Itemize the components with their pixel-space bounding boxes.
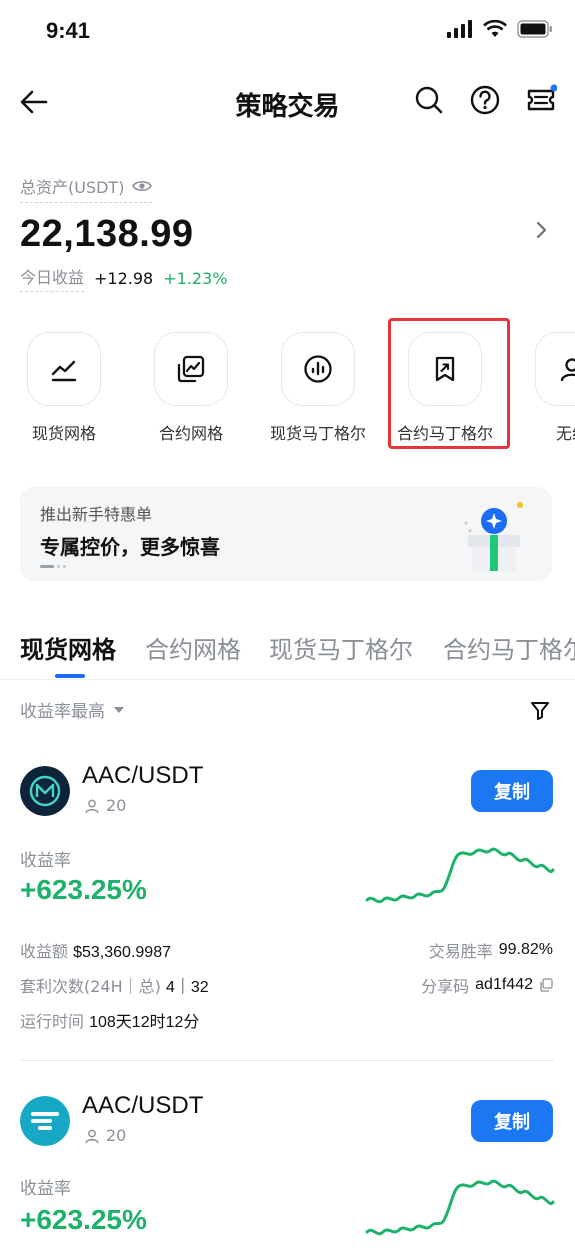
today-profit-row: 今日收益 +12.98 +1.23% <box>20 264 555 292</box>
copy-button[interactable]: 复制 <box>471 1100 553 1142</box>
help-icon[interactable] <box>469 84 501 116</box>
caret-down-icon <box>114 706 124 713</box>
promo-subtitle: 推出新手特惠单 <box>40 505 153 524</box>
shortcut-spot-grid[interactable]: 现货网格 <box>0 318 128 444</box>
followers-count: 20 <box>84 1126 126 1145</box>
sort-label: 收益率最高 <box>20 702 105 722</box>
sort-bar: 收益率最高 <box>20 697 555 727</box>
nav-bar: 策略交易 <box>0 70 575 134</box>
ticket-icon[interactable] <box>525 84 557 116</box>
status-time: 9:41 <box>46 18 91 43</box>
roi-label: 收益率 <box>20 1179 71 1199</box>
shortcut-label: 合约网格 <box>158 424 223 443</box>
winrate-label: 交易胜率 <box>428 942 493 961</box>
shortcut-label: 现货马丁格尔 <box>269 424 366 443</box>
roi-sparkline <box>365 1179 555 1236</box>
bars-circle-icon <box>281 332 355 406</box>
runtime-value: 108天12时12分 <box>89 1014 200 1031</box>
tab-contract-martingale[interactable]: 合约马丁格尔 <box>443 630 575 665</box>
token-logo-icon <box>20 766 70 816</box>
share-code-label: 分享码 <box>421 977 470 996</box>
today-profit-amount: +12.98 <box>94 268 154 288</box>
assets-summary: 总资产(USDT) 22,138.99 今日收益 +12.98 +1.23% <box>20 174 555 292</box>
contract-chart-icon <box>154 332 228 406</box>
roi-label: 收益率 <box>20 851 71 871</box>
trading-pair: AAC/USDT <box>82 1092 204 1119</box>
followers-value: 20 <box>106 1126 127 1145</box>
wifi-icon <box>483 20 507 37</box>
token-logo-icon <box>20 1096 70 1146</box>
shortcut-label: 现货网格 <box>31 424 96 443</box>
status-icons <box>447 20 553 38</box>
active-tab-indicator <box>55 674 85 678</box>
shortcut-more[interactable]: 无线 <box>508 318 575 444</box>
tab-spot-grid[interactable]: 现货网格 <box>20 630 116 665</box>
shortcut-label: 无线 <box>555 424 575 443</box>
promo-title: 专属控价，更多惊喜 <box>40 535 220 559</box>
copy-icon[interactable] <box>539 978 553 992</box>
followers-count: 20 <box>84 796 126 815</box>
promo-banner[interactable]: 推出新手特惠单 专属控价，更多惊喜 <box>20 487 552 581</box>
user-icon <box>535 332 575 406</box>
total-assets-value: 22,138.99 <box>20 213 194 255</box>
followers-value: 20 <box>106 796 127 815</box>
card-divider <box>20 1060 555 1061</box>
arbitrage-value: 4｜32 <box>165 979 209 996</box>
assets-label-text: 总资产(USDT) <box>20 178 125 197</box>
signal-icon <box>447 20 472 38</box>
highlight-box <box>388 318 510 449</box>
roi-sparkline <box>365 847 555 904</box>
winrate-value: 99.82% <box>498 941 553 958</box>
carousel-indicator <box>40 565 66 568</box>
tab-contract-grid[interactable]: 合约网格 <box>145 630 241 665</box>
shortcut-spot-martingale[interactable]: 现货马丁格尔 <box>254 318 382 444</box>
filter-icon[interactable] <box>529 699 551 721</box>
copy-button[interactable]: 复制 <box>471 770 553 812</box>
share-code-value: ad1f442 <box>475 976 533 993</box>
profit-label: 收益额 <box>20 942 69 961</box>
user-icon <box>85 1129 99 1143</box>
roi-value: +623.25% <box>20 874 147 905</box>
strategy-tabs: 现货网格 合约网格 现货马丁格尔 合约马丁格尔 <box>0 626 575 680</box>
today-profit-percent: +1.23% <box>163 268 228 288</box>
user-icon <box>85 799 99 813</box>
roi-value: +623.25% <box>20 1204 147 1235</box>
tab-spot-martingale[interactable]: 现货马丁格尔 <box>269 630 413 665</box>
nav-actions <box>413 84 557 116</box>
chevron-right-icon[interactable] <box>531 218 551 242</box>
status-bar: 9:41 <box>0 0 575 64</box>
back-arrow-icon[interactable] <box>18 86 50 118</box>
shortcut-contract-grid[interactable]: 合约网格 <box>127 318 255 444</box>
assets-label: 总资产(USDT) <box>20 174 153 203</box>
strategy-card[interactable]: AAC/USDT 20 复制 收益率 +623.25% 收益额 $53,360.… <box>20 762 555 1056</box>
search-icon[interactable] <box>413 84 445 116</box>
profit-value: $53,360.9987 <box>73 944 171 961</box>
battery-icon <box>517 20 552 38</box>
arbitrage-label: 套利次数(24H｜总) <box>20 977 161 996</box>
runtime-label: 运行时间 <box>20 1012 85 1031</box>
strategy-card[interactable]: AAC/USDT 20 复制 收益率 +623.25% <box>20 1092 555 1246</box>
today-profit-label: 今日收益 <box>20 264 85 292</box>
sort-dropdown[interactable]: 收益率最高 <box>20 697 555 722</box>
grid-chart-icon <box>27 332 101 406</box>
gift-icon <box>464 502 523 571</box>
trading-pair: AAC/USDT <box>82 762 204 789</box>
eye-icon[interactable] <box>132 179 153 193</box>
